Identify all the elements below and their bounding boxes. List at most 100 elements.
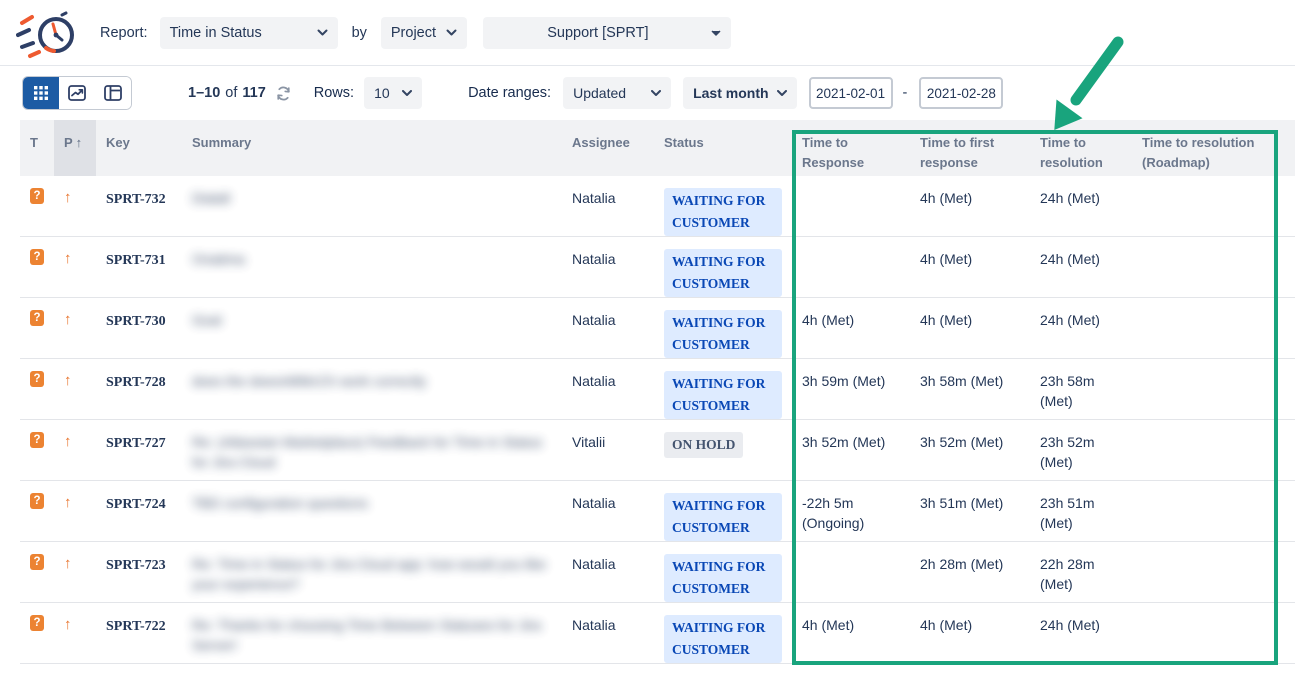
cell-time-to-first-response: 4h (Met) xyxy=(910,176,1030,208)
issues-table: T P↑ Key Summary Assignee Status Time to… xyxy=(20,120,1295,664)
scope-select[interactable]: Project xyxy=(381,17,467,49)
date-to-input[interactable] xyxy=(919,77,1003,109)
project-select[interactable]: Support [SPRT] xyxy=(483,17,731,49)
time-in-status-app: Report: Time in Status by Project Suppor… xyxy=(0,0,1295,675)
question-mark-icon: ? xyxy=(30,554,44,570)
issue-key[interactable]: SPRT-722 xyxy=(96,603,182,637)
scope-value: Project xyxy=(391,25,436,41)
status-badge: WAITING FOR CUSTOMER xyxy=(664,493,782,541)
report-label: Report: xyxy=(100,25,148,41)
date-field-value: Updated xyxy=(573,85,626,101)
chart-view-icon xyxy=(68,85,86,101)
cell-time-to-resolution-roadmap xyxy=(1132,481,1295,493)
table-row[interactable]: ? ↑ SPRT-732 Dialall Natalia WAITING FOR… xyxy=(20,176,1295,237)
refresh-button[interactable] xyxy=(275,85,292,102)
priority-cell: ↑ xyxy=(54,298,96,330)
table-row[interactable]: ? ↑ SPRT-731 Onatima Natalia WAITING FOR… xyxy=(20,237,1295,298)
issue-type-cell: ? xyxy=(20,359,54,387)
table-row[interactable]: ? ↑ SPRT-727 Re: (Atlassian Marketplace)… xyxy=(20,420,1295,481)
column-header-time-to-first-response[interactable]: Time to first response xyxy=(910,120,1030,176)
issue-key[interactable]: SPRT-727 xyxy=(96,420,182,454)
cell-time-to-response: -22h 5m (Ongoing) xyxy=(792,481,910,533)
by-label: by xyxy=(352,25,367,41)
pagination-total: 117 xyxy=(242,85,265,101)
issue-type-cell: ? xyxy=(20,420,54,448)
pagination-range: 1–10 xyxy=(188,85,220,101)
issue-key[interactable]: SPRT-730 xyxy=(96,298,182,332)
cell-time-to-response xyxy=(792,176,910,188)
status-badge: WAITING FOR CUSTOMER xyxy=(664,188,782,236)
date-preset-select[interactable]: Last month xyxy=(683,77,796,109)
priority-cell: ↑ xyxy=(54,542,96,574)
question-mark-icon: ? xyxy=(30,310,44,326)
priority-cell: ↑ xyxy=(54,237,96,269)
column-header-type[interactable]: T xyxy=(20,120,54,176)
assignee-link[interactable]: Natalia xyxy=(562,237,654,269)
date-preset-value: Last month xyxy=(693,85,768,101)
chart-view-button[interactable] xyxy=(59,77,95,109)
cell-time-to-resolution: 24h (Met) xyxy=(1030,603,1132,635)
issue-key[interactable]: SPRT-732 xyxy=(96,176,182,210)
status-cell: WAITING FOR CUSTOMER xyxy=(654,359,792,419)
rows-per-page-select[interactable]: 10 xyxy=(364,77,422,109)
app-header: Report: Time in Status by Project Suppor… xyxy=(0,0,1295,66)
column-header-summary[interactable]: Summary xyxy=(182,120,562,176)
priority-cell: ↑ xyxy=(54,481,96,513)
date-from-input[interactable] xyxy=(809,77,893,109)
chevron-down-icon xyxy=(446,29,457,36)
assignee-link[interactable]: Vitalii xyxy=(562,420,654,452)
assignee-link[interactable]: Natalia xyxy=(562,176,654,208)
column-header-time-to-response[interactable]: Time to Response xyxy=(792,120,910,176)
column-header-assignee[interactable]: Assignee xyxy=(562,120,654,176)
status-badge: WAITING FOR CUSTOMER xyxy=(664,371,782,419)
assignee-link[interactable]: Natalia xyxy=(562,603,654,635)
status-badge: WAITING FOR CUSTOMER xyxy=(664,554,782,602)
column-view-button[interactable] xyxy=(95,77,131,109)
table-row[interactable]: ? ↑ SPRT-724 TBD configuration questions… xyxy=(20,481,1295,542)
table-row[interactable]: ? ↑ SPRT-723 Re: Time in Status for Jira… xyxy=(20,542,1295,603)
grid-view-button[interactable] xyxy=(23,77,59,109)
cell-time-to-resolution-roadmap xyxy=(1132,420,1295,432)
issue-key[interactable]: SPRT-723 xyxy=(96,542,182,576)
issue-key[interactable]: SPRT-724 xyxy=(96,481,182,515)
column-header-time-to-resolution-roadmap[interactable]: Time to resolution (Roadmap) xyxy=(1132,120,1295,176)
report-type-value: Time in Status xyxy=(170,25,262,41)
chevron-down-icon xyxy=(777,90,787,96)
table-row[interactable]: ? ↑ SPRT-722 Re: Thanks for choosing Tim… xyxy=(20,603,1295,664)
priority-header-label: P xyxy=(64,135,73,150)
cell-time-to-response: 4h (Met) xyxy=(792,298,910,330)
chevron-down-icon xyxy=(317,29,328,36)
table-row[interactable]: ? ↑ SPRT-728 does the doesnMMcCh work co… xyxy=(20,359,1295,420)
cell-time-to-resolution: 22h 28m (Met) xyxy=(1030,542,1132,594)
chevron-down-icon xyxy=(711,30,721,36)
column-header-time-to-resolution[interactable]: Time to resolution xyxy=(1030,120,1132,176)
report-type-select[interactable]: Time in Status xyxy=(160,17,338,49)
sort-ascending-icon: ↑ xyxy=(76,135,83,150)
issue-summary: Re: Thanks for choosing Time Between Sta… xyxy=(182,603,562,655)
issue-summary: Re: Time in Status for Jira Cloud app: h… xyxy=(182,542,562,594)
issue-key[interactable]: SPRT-728 xyxy=(96,359,182,393)
column-header-status[interactable]: Status xyxy=(654,120,792,176)
date-field-select[interactable]: Updated xyxy=(563,77,671,109)
question-mark-icon: ? xyxy=(30,371,44,387)
table-row[interactable]: ? ↑ SPRT-730 Goal Natalia WAITING FOR CU… xyxy=(20,298,1295,359)
status-cell: WAITING FOR CUSTOMER xyxy=(654,176,792,236)
issue-type-cell: ? xyxy=(20,237,54,265)
column-header-priority[interactable]: P↑ xyxy=(54,120,96,176)
issue-summary: Dialall xyxy=(182,176,562,208)
issue-type-cell: ? xyxy=(20,542,54,570)
cell-time-to-resolution-roadmap xyxy=(1132,237,1295,249)
table-header-row: T P↑ Key Summary Assignee Status Time to… xyxy=(20,120,1295,176)
assignee-link[interactable]: Natalia xyxy=(562,359,654,391)
arrow-up-icon: ↑ xyxy=(64,310,72,330)
table-body: ? ↑ SPRT-732 Dialall Natalia WAITING FOR… xyxy=(20,176,1295,664)
assignee-link[interactable]: Natalia xyxy=(562,298,654,330)
assignee-link[interactable]: Natalia xyxy=(562,481,654,513)
issue-key[interactable]: SPRT-731 xyxy=(96,237,182,271)
assignee-link[interactable]: Natalia xyxy=(562,542,654,574)
cell-time-to-resolution-roadmap xyxy=(1132,603,1295,615)
column-header-key[interactable]: Key xyxy=(96,120,182,176)
cell-time-to-first-response: 4h (Met) xyxy=(910,237,1030,269)
pagination: 1–10 of 117 xyxy=(188,85,266,101)
question-mark-icon: ? xyxy=(30,493,44,509)
